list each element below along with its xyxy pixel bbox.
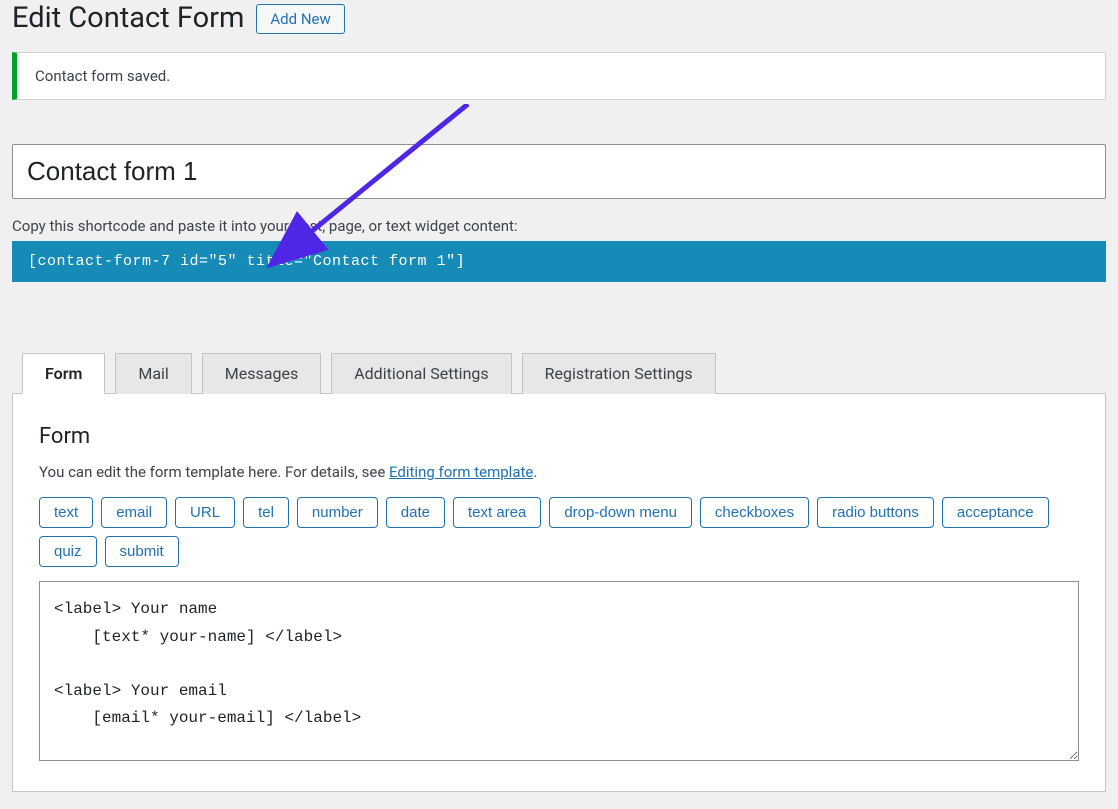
form-template-editor[interactable] — [39, 581, 1079, 761]
tag-button-drop-down-menu[interactable]: drop-down menu — [549, 497, 692, 528]
tag-button-checkboxes[interactable]: checkboxes — [700, 497, 809, 528]
add-new-button[interactable]: Add New — [256, 4, 344, 34]
tag-button-email[interactable]: email — [101, 497, 167, 528]
panel-desc-prefix: You can edit the form template here. For… — [39, 463, 389, 481]
tab-additional-settings[interactable]: Additional Settings — [331, 353, 511, 394]
form-panel: Form You can edit the form template here… — [12, 394, 1106, 792]
notice-message: Contact form saved. — [35, 67, 170, 85]
notice-success: Contact form saved. — [12, 52, 1106, 100]
shortcode-field[interactable] — [12, 241, 1106, 282]
tag-button-radio-buttons[interactable]: radio buttons — [817, 497, 934, 528]
panel-desc-suffix: . — [533, 463, 537, 481]
tag-button-number[interactable]: number — [297, 497, 378, 528]
tabs-nav: FormMail MessagesAdditional Settings Regis… — [12, 352, 1106, 394]
tag-button-submit[interactable]: submit — [105, 536, 179, 567]
tag-button-row: text email URL tel number date text area drop-d… — [39, 497, 1079, 567]
form-title-input[interactable] — [12, 144, 1106, 200]
panel-heading: Form — [39, 424, 1079, 449]
tab-messages[interactable]: Messages — [202, 353, 321, 394]
tag-button-date[interactable]: date — [386, 497, 445, 528]
tag-button-tel[interactable]: tel — [243, 497, 289, 528]
tag-button-url[interactable]: URL — [175, 497, 235, 528]
tab-mail[interactable]: Mail — [115, 353, 191, 394]
tab-form[interactable]: Form — [22, 353, 105, 394]
page-title: Edit Contact Form — [12, 0, 244, 38]
tag-button-quiz[interactable]: quiz — [39, 536, 97, 567]
editing-template-link[interactable]: Editing form template — [389, 463, 533, 481]
tag-button-acceptance[interactable]: acceptance — [942, 497, 1049, 528]
panel-description: You can edit the form template here. For… — [39, 463, 1079, 481]
tag-button-text-area[interactable]: text area — [453, 497, 541, 528]
tab-registration-settings[interactable]: Registration Settings — [522, 353, 716, 394]
shortcode-hint: Copy this shortcode and paste it into yo… — [12, 217, 1106, 235]
tag-button-text[interactable]: text — [39, 497, 93, 528]
